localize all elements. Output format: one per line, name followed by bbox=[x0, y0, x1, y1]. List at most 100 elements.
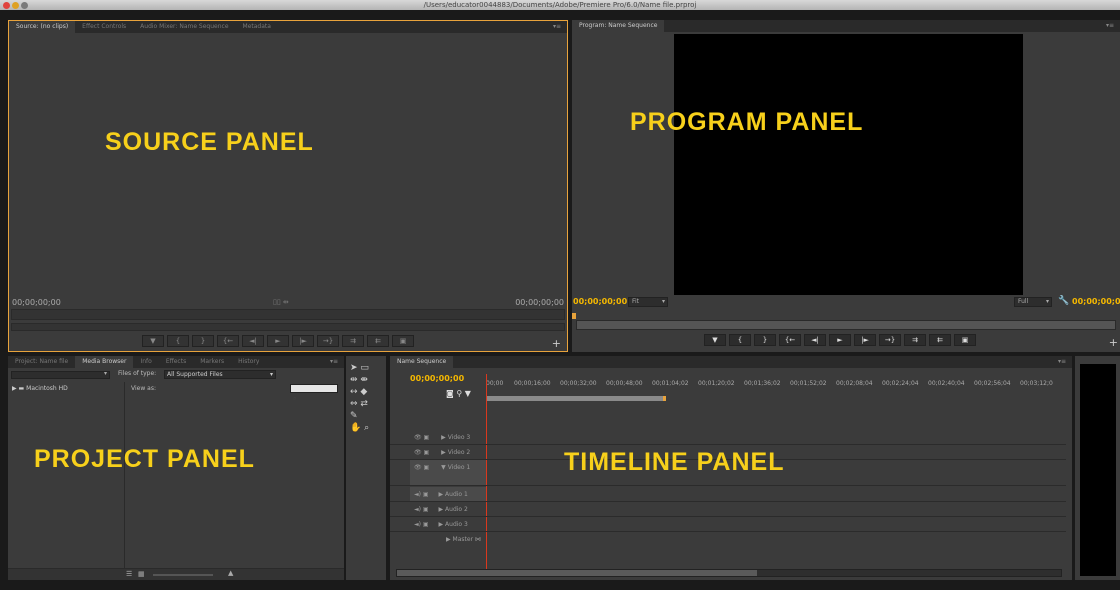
track-select-tool-icon[interactable]: ▭ bbox=[360, 363, 369, 373]
disclosure-triangle-icon[interactable]: ▶ bbox=[446, 536, 451, 543]
source-zoom-icon[interactable]: ▯▯ ⇹ bbox=[273, 298, 289, 306]
add-button-icon[interactable]: + bbox=[552, 337, 561, 350]
speaker-icon[interactable]: ◄) bbox=[414, 491, 421, 498]
tab-history[interactable]: History bbox=[231, 356, 266, 368]
lock-icon[interactable]: ▣ bbox=[424, 434, 430, 441]
full-select[interactable]: Full ▾ bbox=[1014, 297, 1052, 307]
disclosure-triangle-icon[interactable]: ▶ bbox=[441, 449, 446, 456]
rolling-edit-tool-icon[interactable]: ⇼ bbox=[360, 375, 368, 385]
extract-button[interactable]: ⇇ bbox=[929, 334, 951, 346]
step-forward-button[interactable]: |► bbox=[854, 334, 876, 346]
rate-stretch-tool-icon[interactable]: ↔ bbox=[350, 387, 358, 397]
time-ruler[interactable]: 00;00 00;00;16;00 00;00;32;00 00;00;48;0… bbox=[486, 380, 1066, 402]
timeline-scrollbar[interactable] bbox=[396, 569, 1062, 577]
disclosure-triangle-icon[interactable]: ▶ bbox=[438, 521, 443, 528]
tree-item-macintosh-hd[interactable]: ▶ ▬ Macintosh HD bbox=[8, 382, 124, 395]
step-back-button[interactable]: ◄| bbox=[804, 334, 826, 346]
tab-project[interactable]: Project: Name file bbox=[8, 356, 75, 368]
mark-out-button[interactable]: } bbox=[192, 335, 214, 347]
work-area-bar[interactable] bbox=[486, 396, 666, 401]
track-audio-1[interactable]: ◄) ▣ ▶ Audio 1 bbox=[390, 487, 1066, 502]
add-marker-button[interactable]: ▼ bbox=[704, 334, 726, 346]
disclosure-triangle-icon[interactable]: ▶ bbox=[438, 506, 443, 513]
go-to-in-button[interactable]: {← bbox=[779, 334, 801, 346]
go-to-out-button[interactable]: →} bbox=[317, 335, 339, 347]
lock-icon[interactable]: ▣ bbox=[423, 521, 429, 528]
disclosure-triangle-icon[interactable]: ▼ bbox=[441, 464, 446, 471]
tab-source[interactable]: Source: (no clips) bbox=[9, 21, 76, 33]
link-icon[interactable]: ⚲ bbox=[456, 389, 462, 398]
track-audio-3[interactable]: ◄) ▣ ▶ Audio 3 bbox=[390, 517, 1066, 532]
mark-out-button[interactable]: } bbox=[754, 334, 776, 346]
panel-menu-icon[interactable]: ▾≡ bbox=[1106, 20, 1114, 32]
export-frame-button[interactable]: ▣ bbox=[954, 334, 976, 346]
tab-effects[interactable]: Effects bbox=[159, 356, 193, 368]
files-of-type-select[interactable]: All Supported Files ▾ bbox=[164, 370, 276, 379]
panel-menu-icon[interactable]: ▾≡ bbox=[330, 356, 338, 368]
mark-in-button[interactable]: { bbox=[167, 335, 189, 347]
selection-tool-icon[interactable]: ➤ bbox=[350, 363, 358, 373]
go-to-out-button[interactable]: →} bbox=[879, 334, 901, 346]
speaker-icon[interactable]: ◄) bbox=[414, 506, 421, 513]
track-audio-2[interactable]: ◄) ▣ ▶ Audio 2 bbox=[390, 502, 1066, 517]
step-back-button[interactable]: ◄| bbox=[242, 335, 264, 347]
source-scrubber[interactable] bbox=[11, 309, 565, 320]
close-icon[interactable] bbox=[3, 2, 10, 9]
program-scrubber[interactable] bbox=[576, 320, 1116, 330]
search-input[interactable]: ⌕ bbox=[290, 384, 338, 402]
slip-tool-icon[interactable]: ⇔ bbox=[350, 399, 358, 409]
export-frame-button[interactable]: ▣ bbox=[392, 335, 414, 347]
list-view-icon[interactable]: ☰ bbox=[126, 570, 132, 578]
timeline-timecode[interactable]: 00;00;00;00 bbox=[410, 374, 464, 383]
disclosure-triangle-icon[interactable]: ▶ bbox=[438, 491, 443, 498]
eye-icon[interactable]: 👁 bbox=[414, 449, 422, 456]
marker-icon[interactable]: ▼ bbox=[465, 389, 471, 398]
slide-tool-icon[interactable]: ⇄ bbox=[360, 399, 368, 409]
mountain-icon[interactable]: ▲ bbox=[228, 569, 233, 577]
go-to-in-button[interactable]: {← bbox=[217, 335, 239, 347]
lift-button[interactable]: ⇉ bbox=[904, 334, 926, 346]
hand-tool-icon[interactable]: ✋ bbox=[350, 423, 361, 433]
playhead-icon[interactable] bbox=[572, 313, 576, 319]
lock-icon[interactable]: ▣ bbox=[424, 449, 430, 456]
eye-icon[interactable]: 👁 bbox=[414, 464, 422, 471]
add-marker-button[interactable]: ▼ bbox=[142, 335, 164, 347]
pen-tool-icon[interactable]: ✎ bbox=[350, 411, 358, 421]
tab-audio-mixer[interactable]: Audio Mixer: Name Sequence bbox=[133, 21, 235, 33]
fit-select[interactable]: Fit ▾ bbox=[628, 297, 668, 307]
lock-icon[interactable]: ▣ bbox=[424, 464, 430, 471]
disclosure-triangle-icon[interactable]: ▶ bbox=[12, 385, 17, 392]
lock-icon[interactable]: ▣ bbox=[423, 491, 429, 498]
tab-info[interactable]: Info bbox=[133, 356, 158, 368]
eye-icon[interactable]: 👁 bbox=[414, 434, 422, 441]
location-select[interactable]: ▾ bbox=[11, 370, 110, 379]
play-button[interactable]: ► bbox=[267, 335, 289, 347]
add-button-icon[interactable]: + bbox=[1109, 336, 1118, 349]
razor-tool-icon[interactable]: ◆ bbox=[360, 387, 367, 397]
source-timecode-left[interactable]: 00;00;00;00 bbox=[12, 298, 61, 307]
wrench-icon[interactable]: 🔧 bbox=[1058, 296, 1069, 306]
track-master[interactable]: ▶ Master ⋈ bbox=[390, 532, 1066, 547]
minimize-icon[interactable] bbox=[12, 2, 19, 9]
insert-button[interactable]: ⇉ bbox=[342, 335, 364, 347]
panel-menu-icon[interactable]: ▾≡ bbox=[553, 21, 561, 33]
tab-name-sequence[interactable]: Name Sequence bbox=[390, 356, 454, 368]
mark-in-button[interactable]: { bbox=[729, 334, 751, 346]
disclosure-triangle-icon[interactable]: ▶ bbox=[441, 434, 446, 441]
panel-menu-icon[interactable]: ▾≡ bbox=[1058, 356, 1066, 368]
tab-program[interactable]: Program: Name Sequence bbox=[572, 20, 665, 32]
program-timecode-left[interactable]: 00;00;00;00 bbox=[573, 297, 627, 306]
play-button[interactable]: ► bbox=[829, 334, 851, 346]
step-forward-button[interactable]: |► bbox=[292, 335, 314, 347]
zoom-tool-icon[interactable]: ⌕ bbox=[364, 423, 369, 433]
lock-icon[interactable]: ▣ bbox=[423, 506, 429, 513]
zoom-slider[interactable] bbox=[153, 574, 213, 576]
scrollbar-thumb[interactable] bbox=[397, 570, 757, 576]
tab-markers[interactable]: Markers bbox=[193, 356, 231, 368]
snap-icon[interactable]: ◙ bbox=[446, 389, 454, 398]
tab-media-browser[interactable]: Media Browser bbox=[75, 356, 134, 368]
tab-effect-controls[interactable]: Effect Controls bbox=[75, 21, 133, 33]
overwrite-button[interactable]: ⇇ bbox=[367, 335, 389, 347]
tab-metadata[interactable]: Metadata bbox=[236, 21, 278, 33]
ripple-edit-tool-icon[interactable]: ⇹ bbox=[350, 375, 358, 385]
